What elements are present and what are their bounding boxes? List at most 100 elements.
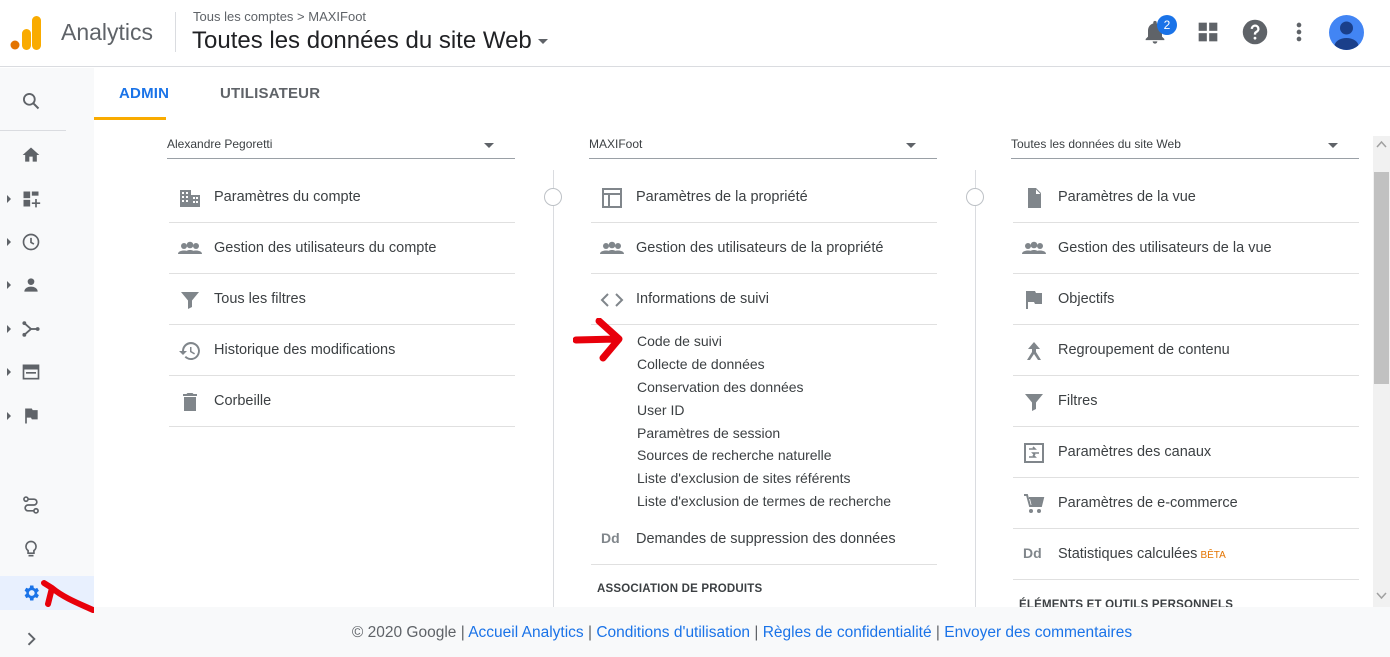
filters-item[interactable]: Filtres — [1013, 376, 1359, 427]
analytics-logo-icon[interactable] — [10, 16, 42, 50]
item-label: Gestion des utilisateurs du compte — [214, 240, 437, 256]
all-filters-item[interactable]: Tous les filtres — [169, 274, 515, 325]
tracking-info-item[interactable]: Informations de suivi — [591, 274, 937, 325]
property-settings-item[interactable]: Paramètres de la propriété — [591, 172, 937, 223]
tab-user[interactable]: UTILISATEUR — [220, 85, 320, 102]
nav-expand[interactable] — [0, 622, 94, 656]
account-settings-item[interactable]: Paramètres du compte — [169, 172, 515, 223]
data-deletion-item[interactable]: Dd Demandes de suppression des données — [591, 514, 937, 565]
footer-link-privacy[interactable]: Règles de confidentialité — [763, 624, 932, 641]
header-divider — [175, 12, 176, 52]
nav-discover[interactable] — [0, 532, 94, 566]
item-label: Gestion des utilisateurs de la vue — [1058, 240, 1272, 256]
data-retention-link[interactable]: Conservation des données — [637, 379, 804, 395]
tab-admin[interactable]: ADMIN — [119, 85, 169, 102]
column-connector-line — [553, 170, 554, 607]
apps-grid-icon[interactable] — [1194, 18, 1222, 46]
code-icon — [600, 293, 624, 307]
account-selector[interactable]: Alexandre Pegoretti — [167, 137, 515, 159]
nav-search[interactable] — [0, 84, 94, 118]
property-selector-value: MAXIFoot — [589, 137, 643, 151]
notification-badge: 2 — [1157, 15, 1177, 35]
item-label: Historique des modifications — [214, 342, 396, 358]
footer-link-analytics-home[interactable]: Accueil Analytics — [468, 624, 583, 641]
nav-realtime[interactable] — [0, 225, 94, 259]
search-icon — [23, 93, 40, 110]
property-selector[interactable]: MAXIFoot — [589, 137, 937, 159]
people-icon — [600, 241, 624, 254]
footer-separator: | — [935, 624, 940, 641]
help-icon[interactable] — [1241, 18, 1269, 46]
people-icon — [1022, 241, 1046, 254]
building-icon — [180, 190, 200, 207]
footer: © 2020 Google | Accueil Analytics | Cond… — [94, 607, 1390, 657]
chevron-right-icon — [27, 632, 36, 646]
account-selector-value: Alexandre Pegoretti — [167, 137, 273, 151]
footer-link-terms[interactable]: Conditions d'utilisation — [596, 624, 750, 641]
channel-settings-item[interactable]: Paramètres des canaux — [1013, 427, 1359, 478]
nav-customization[interactable] — [0, 182, 94, 216]
clock-icon — [22, 233, 40, 251]
more-vert-icon[interactable] — [1285, 18, 1313, 46]
content-grouping-icon — [1027, 342, 1041, 360]
goals-item[interactable]: Objectifs — [1013, 274, 1359, 325]
column-connector-line — [975, 170, 976, 607]
item-label: Filtres — [1058, 393, 1098, 409]
view-column: Toutes les données du site Web Paramètre… — [1011, 120, 1359, 607]
trash-item[interactable]: Corbeille — [169, 376, 515, 427]
search-term-exclusion-link[interactable]: Liste d'exclusion de termes de recherche — [637, 493, 891, 509]
channel-settings-icon — [1024, 443, 1044, 463]
item-label: Demandes de suppression des données — [636, 531, 896, 547]
behavior-icon — [22, 364, 40, 380]
content-grouping-item[interactable]: Regroupement de contenu — [1013, 325, 1359, 376]
item-label: Regroupement de contenu — [1058, 342, 1230, 358]
change-history-item[interactable]: Historique des modifications — [169, 325, 515, 376]
tracking-code-link[interactable]: Code de suivi — [637, 333, 722, 349]
expand-arrow-icon — [7, 412, 11, 420]
expand-arrow-icon — [7, 368, 11, 376]
property-user-management-item[interactable]: Gestion des utilisateurs de la propriété — [591, 223, 937, 274]
nav-audience[interactable] — [0, 268, 94, 302]
footer-link-feedback[interactable]: Envoyer des commentaires — [944, 624, 1132, 641]
content-scrollbar[interactable] — [1373, 136, 1390, 607]
cart-icon — [1024, 494, 1045, 513]
footer-separator: | — [587, 624, 592, 641]
history-icon — [179, 342, 200, 360]
item-label: Tous les filtres — [214, 291, 306, 307]
nav-behavior[interactable] — [0, 355, 94, 389]
view-title: Toutes les données du site Web — [192, 27, 532, 54]
copyright: © 2020 Google | — [351, 624, 465, 641]
item-label: Paramètres de la vue — [1058, 189, 1196, 205]
nav-conversions[interactable] — [0, 399, 94, 433]
nav-home[interactable] — [0, 138, 94, 172]
app-name: Analytics — [61, 19, 154, 45]
calculated-metrics-item[interactable]: Dd Statistiques calculées BÊTA — [1013, 529, 1359, 580]
referral-exclusion-link[interactable]: Liste d'exclusion de sites référents — [637, 470, 851, 486]
organic-search-sources-link[interactable]: Sources de recherche naturelle — [637, 447, 832, 463]
view-column-selector[interactable]: Toutes les données du site Web — [1011, 137, 1359, 159]
session-settings-link[interactable]: Paramètres de session — [637, 425, 780, 441]
footer-separator: | — [754, 624, 759, 641]
scroll-down-icon[interactable] — [1376, 592, 1387, 600]
account-user-management-item[interactable]: Gestion des utilisateurs du compte — [169, 223, 515, 274]
breadcrumb[interactable]: Tous les comptes > MAXIFoot — [193, 9, 366, 24]
view-settings-item[interactable]: Paramètres de la vue — [1013, 172, 1359, 223]
data-collection-link[interactable]: Collecte de données — [637, 356, 765, 372]
nav-acquisition[interactable] — [0, 312, 94, 346]
dropdown-arrow-icon — [484, 143, 494, 148]
ecommerce-settings-item[interactable]: Paramètres de e-commerce — [1013, 478, 1359, 529]
product-linking-header: ASSOCIATION DE PRODUITS — [597, 583, 763, 595]
scrollbar-thumb[interactable] — [1374, 172, 1389, 384]
nav-attribution[interactable] — [0, 488, 94, 522]
gear-icon — [24, 585, 39, 601]
avatar[interactable] — [1329, 15, 1364, 50]
filter-icon — [181, 292, 199, 309]
scroll-up-icon[interactable] — [1376, 140, 1387, 148]
user-id-link[interactable]: User ID — [637, 402, 684, 418]
document-icon — [1028, 188, 1041, 208]
flag-icon — [1026, 291, 1042, 309]
top-bar: Analytics Tous les comptes > MAXIFoot To… — [0, 0, 1390, 67]
view-selector-value: Toutes les données du site Web — [1011, 137, 1181, 151]
view-selector[interactable]: Toutes les données du site Web — [192, 27, 548, 55]
view-user-management-item[interactable]: Gestion des utilisateurs de la vue — [1013, 223, 1359, 274]
